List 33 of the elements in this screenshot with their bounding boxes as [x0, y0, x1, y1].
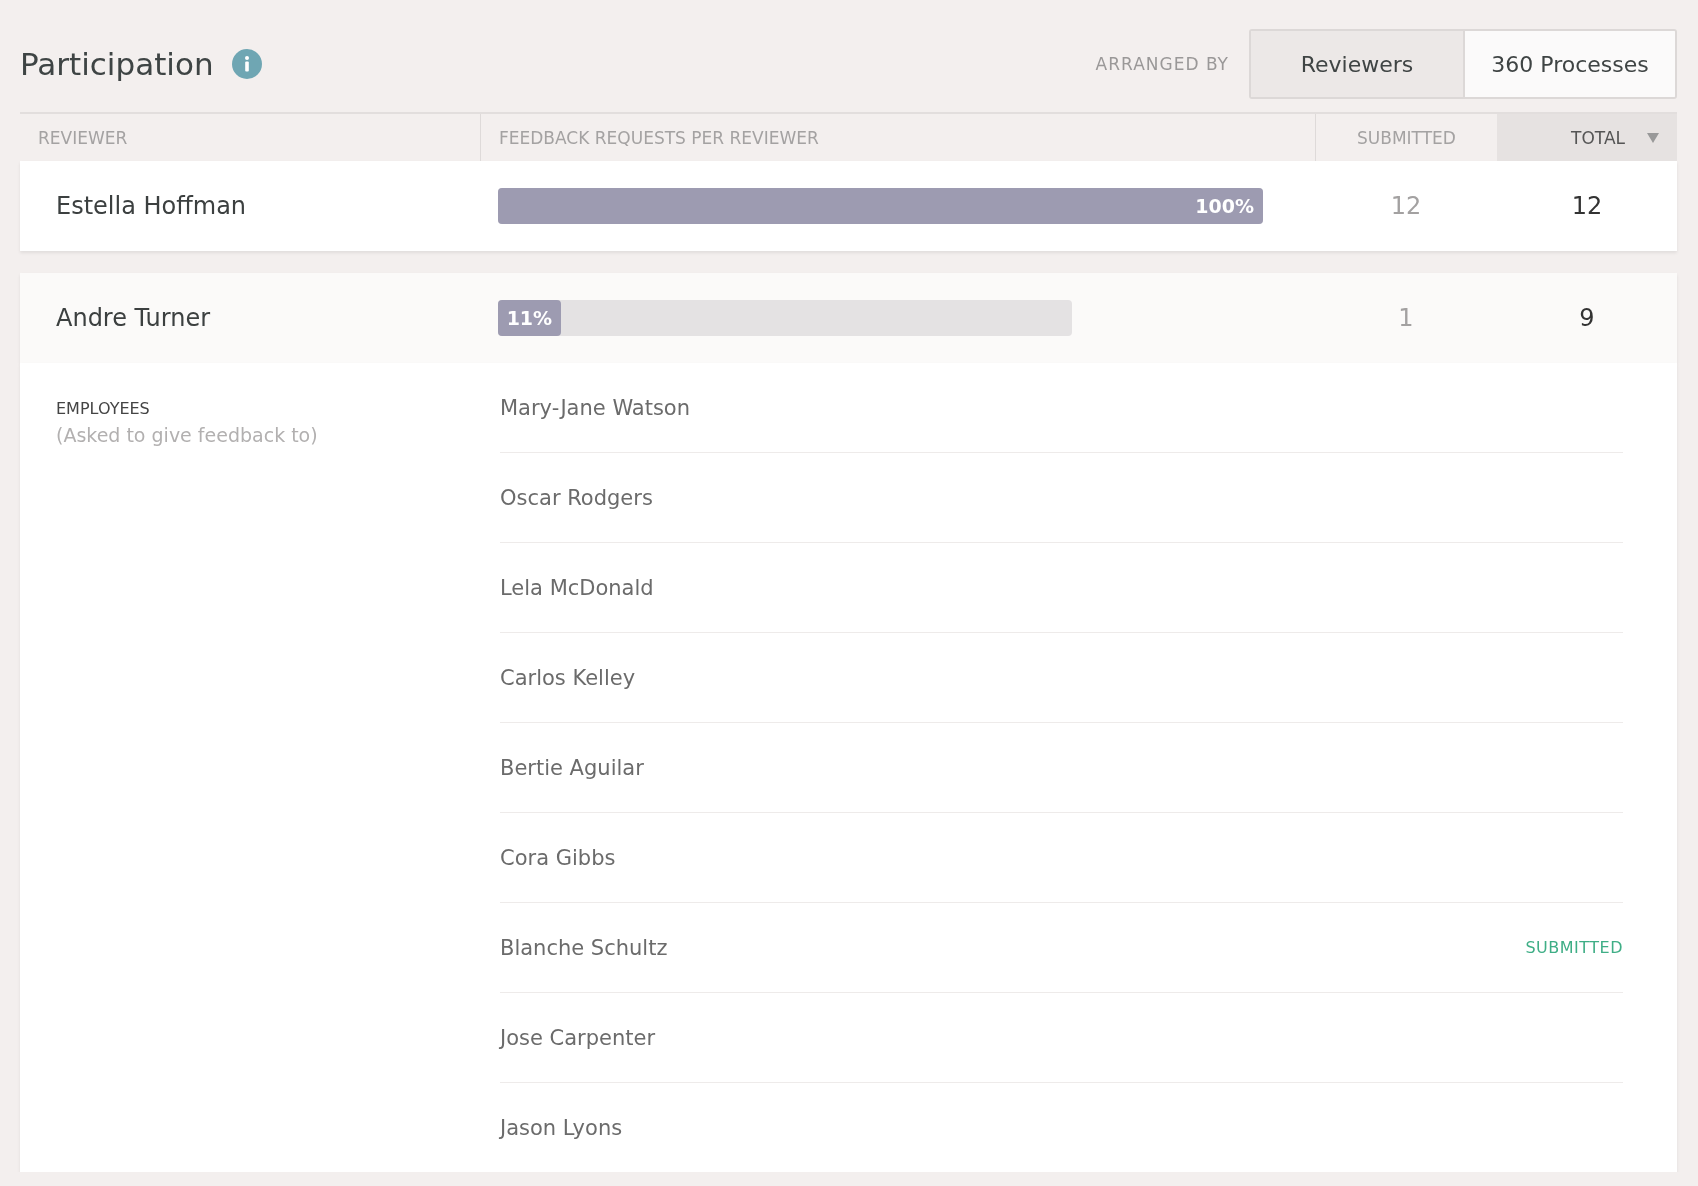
- employees-heading: EMPLOYEES: [56, 399, 151, 418]
- arranged-by-label: ARRANGED BY: [1095, 54, 1229, 74]
- column-header-label: TOTAL: [1571, 127, 1625, 148]
- submitted-status: SUBMITTED: [1525, 938, 1623, 957]
- employees-subheading: (Asked to give feedback to): [56, 424, 319, 446]
- reviewer-name: Estella Hoffman: [55, 192, 247, 220]
- employee-name: Lela McDonald: [500, 575, 654, 600]
- progress-percent: 100%: [1194, 195, 1255, 217]
- employee-name: Oscar Rodgers: [500, 485, 653, 510]
- submitted-count: 12: [1390, 192, 1422, 220]
- column-header[interactable]: TOTAL: [1497, 114, 1677, 161]
- employee-name: Blanche Schultz: [500, 935, 668, 960]
- reviewer-name: Andre Turner: [55, 304, 211, 332]
- column-header-label: FEEDBACK REQUESTS PER REVIEWER: [499, 127, 819, 148]
- reviewer-row[interactable]: Andre Turner 11% 1 9: [20, 273, 1677, 363]
- reviewer-row[interactable]: Estella Hoffman 100% 12 12: [20, 161, 1677, 251]
- employee-name: Cora Gibbs: [500, 845, 616, 870]
- employee-name: Bertie Aguilar: [500, 755, 644, 780]
- sort-caret-icon: [1647, 132, 1659, 143]
- employee-name: Carlos Kelley: [500, 665, 636, 690]
- progress-percent: 11%: [505, 307, 554, 329]
- page-title: Participation: [20, 46, 214, 82]
- employee-name: Jason Lyons: [500, 1115, 623, 1140]
- column-header-label: SUBMITTED: [1357, 127, 1456, 148]
- total-count: 9: [1579, 304, 1595, 332]
- column-header-label: REVIEWER: [38, 127, 128, 148]
- submitted-count: 1: [1398, 304, 1414, 332]
- total-count: 12: [1571, 192, 1603, 220]
- employee-name: Mary-Jane Watson: [500, 395, 690, 420]
- employee-name: Jose Carpenter: [500, 1025, 656, 1050]
- arrangement-option[interactable]: Reviewers: [1251, 31, 1463, 97]
- info-icon[interactable]: [231, 49, 262, 79]
- arrangement-option[interactable]: 360 Processes: [1463, 31, 1675, 97]
